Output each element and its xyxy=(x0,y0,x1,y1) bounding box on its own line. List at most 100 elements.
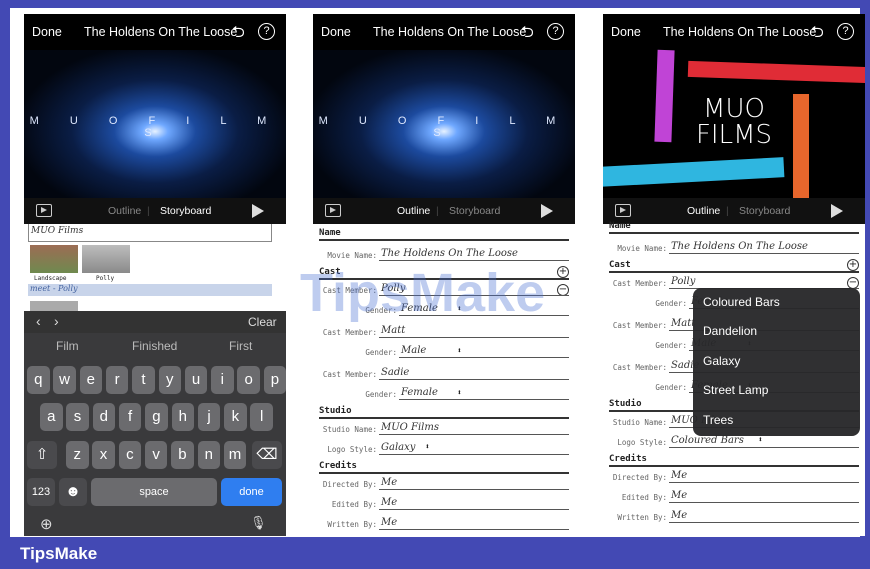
camera-icon[interactable] xyxy=(325,204,341,217)
trailer-preview[interactable]: MUO FILMS xyxy=(603,49,865,198)
key-z[interactable]: z xyxy=(66,441,89,469)
key-e[interactable]: e xyxy=(79,366,103,394)
prev-arrow-icon[interactable]: ‹ xyxy=(36,313,41,329)
cast-member-value[interactable]: Matt xyxy=(671,318,695,329)
landscape-thumbnail[interactable] xyxy=(30,245,78,273)
directed-by-value[interactable]: Me xyxy=(671,470,687,481)
key-m[interactable]: m xyxy=(223,441,247,469)
cast-member-value[interactable]: Polly xyxy=(671,276,695,287)
written-by-value[interactable]: Me xyxy=(671,510,687,521)
play-icon[interactable] xyxy=(831,204,843,218)
suggestion-1[interactable]: Film xyxy=(56,339,79,353)
help-icon[interactable]: ? xyxy=(258,23,275,40)
gender-dropdown-icon[interactable]: ⬍ xyxy=(457,304,462,313)
menu-item-street-lamp[interactable]: Street Lamp xyxy=(703,376,768,405)
gender-dropdown-icon[interactable]: ⬍ xyxy=(457,388,462,397)
undo-icon[interactable]: ⮌ xyxy=(232,21,245,48)
written-by-value[interactable]: Me xyxy=(381,517,397,528)
undo-icon[interactable]: ⮌ xyxy=(521,21,534,48)
key-w[interactable]: w xyxy=(53,366,76,394)
play-icon[interactable] xyxy=(541,204,553,218)
text-field[interactable]: MUO Films xyxy=(28,224,272,242)
camera-icon[interactable] xyxy=(36,204,52,217)
done-key[interactable]: done xyxy=(221,478,282,506)
clear-button[interactable]: Clear xyxy=(248,315,277,329)
logo-dropdown-icon[interactable]: ⬍ xyxy=(758,435,763,444)
directed-by-value[interactable]: Me xyxy=(381,477,397,488)
key-s[interactable]: s xyxy=(66,403,89,431)
key-g[interactable]: g xyxy=(145,403,168,431)
tab-storyboard[interactable]: Storyboard xyxy=(739,205,790,217)
key-q[interactable]: q xyxy=(27,366,50,394)
suggestion-2[interactable]: Finished xyxy=(132,339,177,353)
key-i[interactable]: i xyxy=(211,366,234,394)
microphone-icon[interactable]: 🎙︎ xyxy=(250,515,267,531)
key-o[interactable]: o xyxy=(237,366,260,394)
key-c[interactable]: c xyxy=(118,441,142,469)
key-f[interactable]: f xyxy=(118,403,142,431)
tab-outline[interactable]: Outline xyxy=(108,205,141,217)
gender-value[interactable]: Female xyxy=(401,303,438,314)
edited-by-value[interactable]: Me xyxy=(671,490,687,501)
gender-value[interactable]: Male xyxy=(401,345,426,356)
selected-line[interactable]: meet - Polly xyxy=(28,284,272,296)
key-k[interactable]: k xyxy=(224,403,247,431)
key-j[interactable]: j xyxy=(197,403,221,431)
key-a[interactable]: a xyxy=(40,403,63,431)
done-button[interactable]: Done xyxy=(611,25,641,39)
logo-style-value[interactable]: Coloured Bars xyxy=(671,435,744,446)
menu-item-trees[interactable]: Trees xyxy=(703,406,733,435)
movie-name-value[interactable]: The Holdens On The Loose xyxy=(671,241,808,252)
play-icon[interactable] xyxy=(252,204,264,218)
add-cast-icon[interactable]: + xyxy=(847,259,859,271)
key-h[interactable]: h xyxy=(171,403,194,431)
key-r[interactable]: r xyxy=(105,366,129,394)
camera-icon[interactable] xyxy=(615,204,631,217)
gender-dropdown-icon[interactable]: ⬍ xyxy=(457,346,462,355)
trailer-preview[interactable]: M U O F I L M S xyxy=(313,50,575,198)
add-cast-icon[interactable]: + xyxy=(557,266,569,278)
key-v[interactable]: v xyxy=(144,441,168,469)
help-icon[interactable]: ? xyxy=(837,23,854,40)
tab-outline[interactable]: Outline xyxy=(397,205,430,217)
tab-storyboard[interactable]: Storyboard xyxy=(449,205,500,217)
menu-item-dandelion[interactable]: Dandelion xyxy=(703,317,757,346)
key-p[interactable]: p xyxy=(263,366,286,394)
polly-thumbnail[interactable] xyxy=(82,245,130,273)
done-button[interactable]: Done xyxy=(32,25,62,39)
trailer-preview[interactable]: M U O F I L M S xyxy=(24,50,286,198)
key-u[interactable]: u xyxy=(184,366,208,394)
cast-member-value[interactable]: Matt xyxy=(381,325,405,336)
gender-value[interactable]: Female xyxy=(401,387,438,398)
menu-item-coloured-bars[interactable]: Coloured Bars xyxy=(703,288,780,317)
undo-icon[interactable]: ⮌ xyxy=(811,21,824,48)
globe-icon[interactable]: ⊕ xyxy=(40,515,53,533)
edited-by-value[interactable]: Me xyxy=(381,497,397,508)
key-x[interactable]: x xyxy=(92,441,115,469)
cast-member-value[interactable]: Polly xyxy=(381,283,405,294)
key-d[interactable]: d xyxy=(92,403,116,431)
done-button[interactable]: Done xyxy=(321,25,351,39)
menu-item-galaxy[interactable]: Galaxy xyxy=(703,347,740,376)
logo-style-value[interactable]: Galaxy xyxy=(381,442,415,453)
movie-name-value[interactable]: The Holdens On The Loose xyxy=(381,248,518,259)
key-b[interactable]: b xyxy=(171,441,194,469)
emoji-icon[interactable]: ☻ xyxy=(59,478,87,506)
logo-dropdown-icon[interactable]: ⬍ xyxy=(425,442,430,451)
key-t[interactable]: t xyxy=(132,366,155,394)
suggestion-3[interactable]: First xyxy=(229,339,252,353)
backspace-icon[interactable]: ⌫ xyxy=(252,441,282,469)
help-icon[interactable]: ? xyxy=(547,23,564,40)
key-l[interactable]: l xyxy=(250,403,273,431)
numbers-key[interactable]: 123 xyxy=(27,478,55,506)
tab-storyboard[interactable]: Storyboard xyxy=(160,205,211,217)
cast-member-label: Cast Member: xyxy=(322,370,377,379)
shift-icon[interactable]: ⇧ xyxy=(27,441,57,469)
space-key[interactable]: space xyxy=(91,478,217,506)
studio-name-value[interactable]: MUO Films xyxy=(381,422,439,433)
next-arrow-icon[interactable]: › xyxy=(54,313,59,329)
cast-member-value[interactable]: Sadie xyxy=(381,367,409,378)
key-n[interactable]: n xyxy=(197,441,220,469)
tab-outline[interactable]: Outline xyxy=(687,205,720,217)
key-y[interactable]: y xyxy=(158,366,181,394)
